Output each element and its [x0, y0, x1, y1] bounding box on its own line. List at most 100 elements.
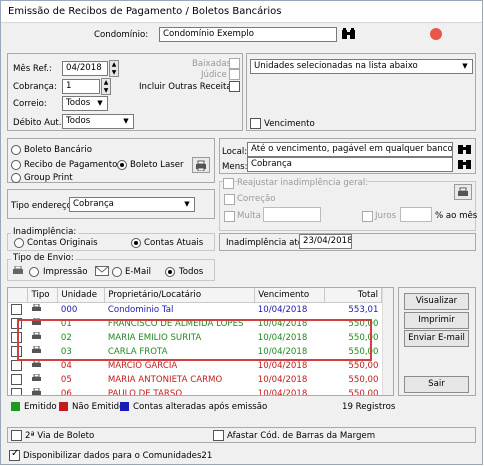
- multa-checkbox[interactable]: [224, 211, 235, 222]
- judice-checkbox[interactable]: [229, 69, 240, 80]
- unidades-select[interactable]: Unidades selecionadas na lista abaixo ▼: [250, 59, 473, 74]
- reajustar-checkbox[interactable]: [223, 178, 234, 189]
- col-tipo[interactable]: Tipo: [27, 288, 59, 303]
- baixadas-checkbox[interactable]: [229, 58, 240, 69]
- recibo-label: Recibo de Pagamento: [24, 160, 118, 170]
- alteradas-label: Contas alteradas após emissão: [133, 402, 268, 412]
- multa-field[interactable]: [263, 207, 321, 222]
- disponibilizar-label: Disponibilizar dados para o Comunidades2…: [23, 451, 213, 461]
- judice-label: Júdice: [201, 70, 227, 80]
- multa-label: Multa: [237, 211, 261, 221]
- radio-contas-atuais[interactable]: [131, 238, 141, 248]
- sair-button[interactable]: Sair: [404, 376, 469, 393]
- chevron-down-icon: ▼: [123, 117, 129, 125]
- cell-proprietario: Condominio Tal: [107, 304, 174, 315]
- mens-field[interactable]: Cobrança: [247, 157, 453, 172]
- cell-unidade: 06: [60, 388, 72, 396]
- cell-proprietario: PAULO DE TARSO: [107, 388, 183, 396]
- cell-unidade: 000: [60, 304, 78, 315]
- binoculars-icon[interactable]: [341, 27, 357, 44]
- row-checkbox[interactable]: [11, 373, 22, 385]
- boleto-laser-label: Boleto Laser: [130, 160, 184, 170]
- pct-label: % ao mês: [435, 211, 478, 221]
- local-field[interactable]: Até o vencimento, pagável em qualquer ba…: [247, 142, 453, 157]
- inadimplencia-ate-field[interactable]: 23/04/2018: [299, 234, 352, 249]
- cell-vencimento: 10/04/2018: [257, 374, 308, 385]
- radio-todos[interactable]: [165, 267, 175, 277]
- reajustar-group: [219, 181, 476, 231]
- col-unidade[interactable]: Unidade: [57, 288, 106, 303]
- debito-label: Débito Aut.:: [13, 118, 65, 128]
- table-scrollbar[interactable]: [382, 288, 393, 395]
- registros-count: 19 Registros: [342, 402, 396, 412]
- radio-contas-originais[interactable]: [14, 238, 24, 248]
- table-row[interactable]: 06 PAULO DE TARSO 10/04/2018 550,00: [8, 387, 382, 396]
- boleto-bancario-label: Boleto Bancário: [24, 145, 92, 155]
- radio-recibo[interactable]: [11, 160, 21, 170]
- radio-email[interactable]: [112, 267, 122, 277]
- cell-vencimento: 10/04/2018: [257, 304, 308, 315]
- binoculars-icon[interactable]: [457, 157, 472, 174]
- segunda-via-checkbox[interactable]: [11, 430, 22, 441]
- condominio-label: Condomínio:: [94, 30, 149, 40]
- juros-field[interactable]: [400, 207, 432, 222]
- group-print-label: Group Print: [24, 173, 73, 183]
- table-row[interactable]: 05 MARIA ANTONIETA CARMO 10/04/2018 550,00: [8, 373, 382, 387]
- printer-icon: [12, 265, 24, 279]
- cobranca-spinner[interactable]: ▲ ▼: [101, 78, 111, 95]
- inadimplencia-ate-label: Inadimplência até:: [226, 238, 306, 248]
- highlight-box: [17, 319, 372, 361]
- col-proprietario[interactable]: Proprietário/Locatário: [104, 288, 256, 303]
- radio-boleto-laser[interactable]: [117, 160, 127, 170]
- reajustar-title: Reajustar inadimplência geral:: [237, 178, 369, 188]
- todos-label: Todos: [179, 267, 204, 277]
- row-checkbox[interactable]: [11, 303, 22, 315]
- juros-label: Juros: [375, 211, 397, 221]
- col-total[interactable]: Total: [324, 288, 382, 303]
- chevron-down-icon: ▼: [97, 99, 103, 107]
- mes-ref-spinner[interactable]: ▲ ▼: [109, 60, 119, 77]
- print-config-button[interactable]: [192, 157, 210, 173]
- printer-icon: [458, 187, 468, 196]
- baixadas-label: Baixadas: [192, 59, 232, 69]
- condominio-field[interactable]: Condomínio Exemplo: [159, 27, 337, 42]
- reajustar-config-button[interactable]: [454, 184, 472, 200]
- segunda-via-label: 2ª Via de Boleto: [25, 431, 95, 441]
- emitido-label: Emitido: [24, 402, 57, 412]
- record-icon[interactable]: [430, 28, 442, 40]
- correcao-checkbox[interactable]: [224, 194, 235, 205]
- alteradas-swatch: [120, 402, 129, 411]
- imprimir-button[interactable]: Imprimir: [404, 312, 469, 329]
- correio-select[interactable]: Todos ▼: [62, 96, 108, 111]
- radio-impressao[interactable]: [29, 267, 39, 277]
- contas-originais-label: Contas Originais: [27, 238, 98, 248]
- outras-receitas-label: Incluir Outras Receitas: [139, 82, 237, 92]
- radio-group-print[interactable]: [11, 173, 21, 183]
- visualizar-button[interactable]: Visualizar: [404, 293, 469, 310]
- col-vencimento[interactable]: Vencimento: [254, 288, 326, 303]
- outras-receitas-checkbox[interactable]: [229, 81, 240, 92]
- printer-icon: [31, 373, 41, 381]
- debito-select[interactable]: Todos ▼: [62, 114, 134, 129]
- mens-label: Mens:: [222, 162, 248, 172]
- cobranca-field[interactable]: 1: [62, 79, 100, 94]
- radio-boleto-bancario[interactable]: [11, 145, 21, 155]
- table-header: Tipo Unidade Proprietário/Locatário Venc…: [8, 288, 382, 303]
- endereco-label: Tipo endereço:: [11, 201, 75, 211]
- disponibilizar-checkbox[interactable]: [9, 448, 20, 461]
- cell-total: 550,00: [348, 374, 379, 385]
- row-checkbox[interactable]: [11, 359, 22, 371]
- juros-checkbox[interactable]: [362, 211, 373, 222]
- mes-ref-field[interactable]: 04/2018: [62, 61, 108, 76]
- afastar-checkbox[interactable]: [213, 430, 224, 441]
- vencimento-checkbox[interactable]: [250, 118, 261, 129]
- endereco-value: Cobrança: [73, 199, 114, 209]
- chevron-down-icon: ▼: [462, 62, 468, 70]
- row-checkbox[interactable]: [11, 387, 22, 395]
- table-row[interactable]: 000 Condominio Tal 10/04/2018 553,01: [8, 302, 382, 317]
- printer-icon: [31, 387, 41, 395]
- endereco-select[interactable]: Cobrança ▼: [69, 197, 195, 212]
- enviar-email-button[interactable]: Enviar E-mail: [404, 330, 469, 347]
- impressao-label: Impressão: [43, 267, 88, 277]
- main-window: Emissão de Recibos de Pagamento / Boleto…: [0, 0, 483, 465]
